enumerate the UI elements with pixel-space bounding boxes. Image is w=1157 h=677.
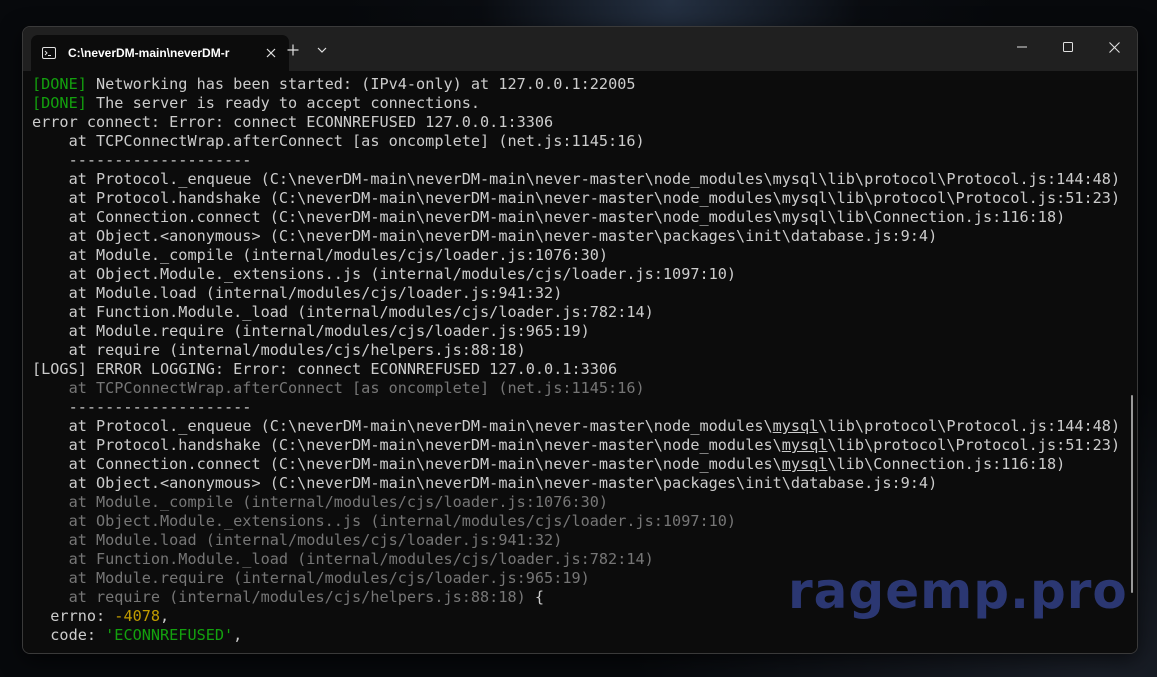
line-text: at Module._compile (internal/modules/cjs… xyxy=(32,246,609,264)
watermark: ragemp.pro xyxy=(788,562,1128,620)
terminal-line: [DONE] The server is ready to accept con… xyxy=(32,94,1137,113)
terminal-line: at Object.Module._extensions..js (intern… xyxy=(32,512,1137,531)
terminal-line: -------------------- xyxy=(32,398,1137,417)
line-text: at Protocol.handshake (C:\neverDM-main\n… xyxy=(32,189,1121,207)
terminal-window: C:\neverDM-main\neverDM-r [DONE] Network… xyxy=(22,26,1138,654)
line-text: at Module._compile (internal/modules/cjs… xyxy=(32,493,609,511)
terminal-line: at Object.<anonymous> (C:\neverDM-main\n… xyxy=(32,227,1137,246)
path-link: mysql xyxy=(781,455,828,473)
line-text: at Protocol._enqueue (C:\neverDM-main\ne… xyxy=(32,170,1121,188)
path-link: mysql xyxy=(781,436,828,454)
terminal-line: at Protocol._enqueue (C:\neverDM-main\ne… xyxy=(32,417,1137,436)
line-text: The server is ready to accept connection… xyxy=(86,94,481,112)
punctuation: , xyxy=(160,607,170,625)
line-text: \lib\protocol\Protocol.js:51:23) xyxy=(827,436,1121,454)
line-text: at Object.Module._extensions..js (intern… xyxy=(32,265,737,283)
maximize-icon[interactable] xyxy=(1045,27,1091,67)
line-text: at Connection.connect (C:\neverDM-main\n… xyxy=(32,208,1066,226)
line-text: at TCPConnectWrap.afterConnect [as oncom… xyxy=(32,379,645,397)
terminal-line: at Function.Module._load (internal/modul… xyxy=(32,303,1137,322)
string-value: 'ECONNREFUSED' xyxy=(105,626,234,644)
line-text: \lib\Connection.js:116:18) xyxy=(827,455,1066,473)
line-text: [LOGS] ERROR LOGGING: Error: connect ECO… xyxy=(32,360,618,378)
line-text: at Function.Module._load (internal/modul… xyxy=(32,303,654,321)
terminal-line: at TCPConnectWrap.afterConnect [as oncom… xyxy=(32,132,1137,151)
terminal-line: at Module._compile (internal/modules/cjs… xyxy=(32,493,1137,512)
line-text: at Object.Module._extensions..js (intern… xyxy=(32,512,737,530)
minimize-icon[interactable] xyxy=(999,27,1045,67)
terminal-line: code: 'ECONNREFUSED', xyxy=(32,626,1137,645)
terminal-line: at require (internal/modules/cjs/helpers… xyxy=(32,341,1137,360)
line-text: at Function.Module._load (internal/modul… xyxy=(32,550,654,568)
line-text: error connect: Error: connect ECONNREFUS… xyxy=(32,113,554,131)
terminal-line: at Protocol.handshake (C:\neverDM-main\n… xyxy=(32,436,1137,455)
terminal-line: -------------------- xyxy=(32,151,1137,170)
terminal-line: error connect: Error: connect ECONNREFUS… xyxy=(32,113,1137,132)
close-icon[interactable] xyxy=(1091,27,1137,67)
title-bar[interactable]: C:\neverDM-main\neverDM-r xyxy=(23,27,1137,71)
punctuation: , xyxy=(233,626,243,644)
plus-icon[interactable] xyxy=(282,39,304,61)
line-text: -------------------- xyxy=(32,398,252,416)
line-text: at Object.<anonymous> (C:\neverDM-main\n… xyxy=(32,474,938,492)
terminal-line: at Object.<anonymous> (C:\neverDM-main\n… xyxy=(32,474,1137,493)
terminal-line: [DONE] Networking has been started: (IPv… xyxy=(32,75,1137,94)
terminal-line: at Object.Module._extensions..js (intern… xyxy=(32,265,1137,284)
punctuation: { xyxy=(525,588,545,606)
object-key: errno: xyxy=(32,607,115,625)
object-key: code: xyxy=(32,626,106,644)
line-text: at Module.load (internal/modules/cjs/loa… xyxy=(32,531,563,549)
tab-title: C:\neverDM-main\neverDM-r xyxy=(68,46,230,60)
line-text: \lib\protocol\Protocol.js:144:48) xyxy=(818,417,1121,435)
line-text: at Connection.connect (C:\neverDM-main\n… xyxy=(32,455,782,473)
terminal-line: [LOGS] ERROR LOGGING: Error: connect ECO… xyxy=(32,360,1137,379)
terminal-line: at Connection.connect (C:\neverDM-main\n… xyxy=(32,455,1137,474)
line-text: at require (internal/modules/cjs/helpers… xyxy=(32,341,526,359)
terminal-icon xyxy=(42,47,56,59)
status-tag: [DONE] xyxy=(32,94,87,112)
line-text: at require (internal/modules/cjs/helpers… xyxy=(32,588,526,606)
terminal-line: at TCPConnectWrap.afterConnect [as oncom… xyxy=(32,379,1137,398)
line-text: at TCPConnectWrap.afterConnect [as oncom… xyxy=(32,132,645,150)
terminal-line: at Module.require (internal/modules/cjs/… xyxy=(32,322,1137,341)
line-text: Networking has been started: (IPv4-only)… xyxy=(86,75,636,93)
terminal-line: at Protocol._enqueue (C:\neverDM-main\ne… xyxy=(32,170,1137,189)
line-text: at Module.load (internal/modules/cjs/loa… xyxy=(32,284,563,302)
chevron-down-icon[interactable] xyxy=(313,39,331,61)
terminal-line: at Protocol.handshake (C:\neverDM-main\n… xyxy=(32,189,1137,208)
tab-terminal[interactable]: C:\neverDM-main\neverDM-r xyxy=(31,35,289,71)
line-text: at Module.require (internal/modules/cjs/… xyxy=(32,322,590,340)
line-text: -------------------- xyxy=(32,151,252,169)
number-value: -4078 xyxy=(114,607,161,625)
close-icon[interactable] xyxy=(263,45,279,61)
line-text: at Module.require (internal/modules/cjs/… xyxy=(32,569,590,587)
status-tag: [DONE] xyxy=(32,75,87,93)
terminal-line: at Module._compile (internal/modules/cjs… xyxy=(32,246,1137,265)
terminal-line: at Connection.connect (C:\neverDM-main\n… xyxy=(32,208,1137,227)
terminal-line: at Module.load (internal/modules/cjs/loa… xyxy=(32,531,1137,550)
line-text: at Protocol.handshake (C:\neverDM-main\n… xyxy=(32,436,782,454)
terminal-line: at Module.load (internal/modules/cjs/loa… xyxy=(32,284,1137,303)
path-link: mysql xyxy=(772,417,819,435)
scrollbar[interactable] xyxy=(1131,395,1133,593)
line-text: at Object.<anonymous> (C:\neverDM-main\n… xyxy=(32,227,938,245)
line-text: at Protocol._enqueue (C:\neverDM-main\ne… xyxy=(32,417,773,435)
